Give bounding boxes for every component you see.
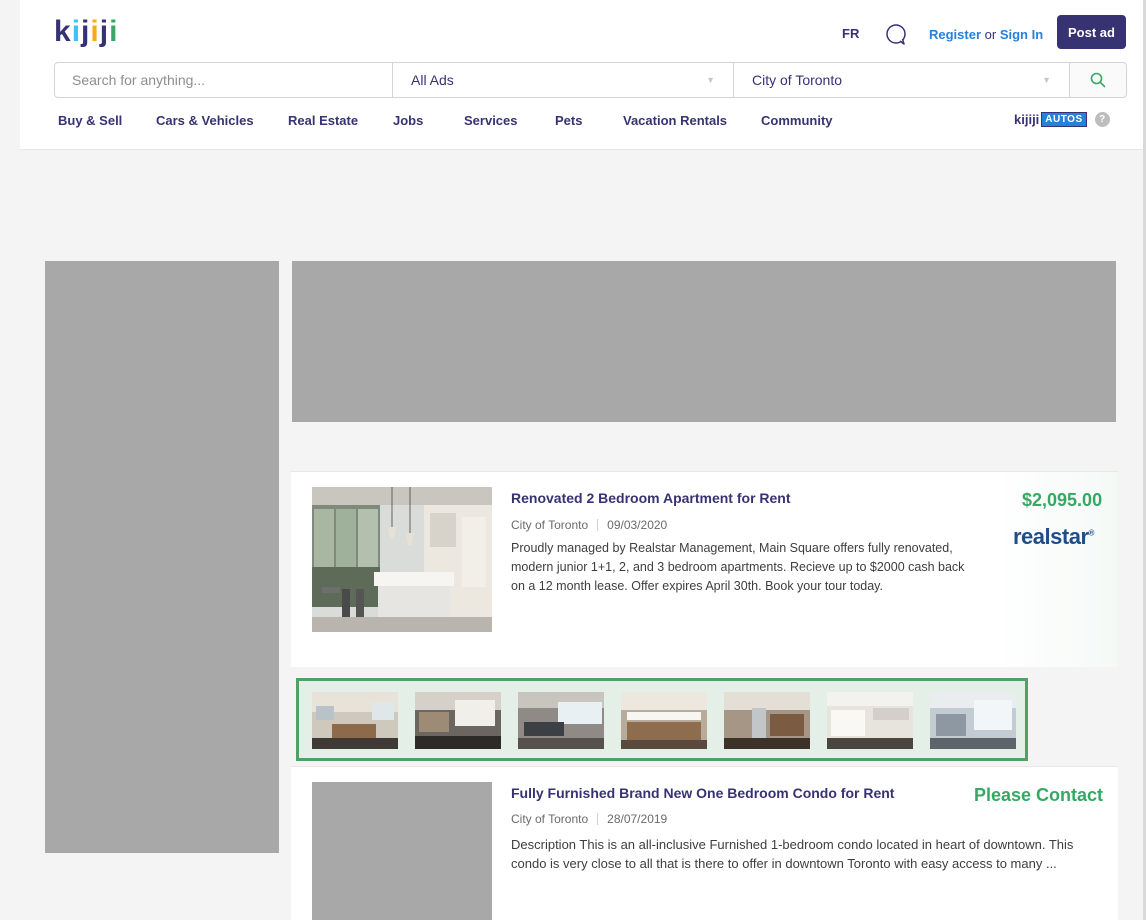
nav-real-estate[interactable]: Real Estate [288, 113, 358, 128]
magnifier-icon [1090, 72, 1106, 88]
listing-price: $2,095.00 [1022, 490, 1103, 510]
language-toggle[interactable]: FR [842, 26, 859, 41]
kijiji-autos-link[interactable]: kijiji AUTOS ? [1014, 112, 1110, 127]
sign-in-link[interactable]: Sign In [1000, 27, 1043, 42]
auth-links: Register or Sign In [929, 27, 1043, 42]
photo-gallery-strip [296, 678, 1028, 761]
listing-title[interactable]: Fully Furnished Brand New One Bedroom Co… [511, 785, 894, 801]
help-icon[interactable]: ? [1094, 112, 1110, 127]
nav-cars-vehicles[interactable]: Cars & Vehicles [156, 113, 254, 128]
chat-bubble-icon[interactable] [885, 23, 907, 45]
nav-community[interactable]: Community [761, 113, 833, 128]
gallery-thumb[interactable] [827, 692, 913, 749]
nav-services[interactable]: Services [464, 113, 518, 128]
listing-location: City of Toronto [511, 518, 589, 532]
listing-photo[interactable] [312, 487, 492, 632]
listing-card[interactable]: Fully Furnished Brand New One Bedroom Co… [291, 766, 1118, 920]
listing-title[interactable]: Renovated 2 Bedroom Apartment for Rent [511, 490, 791, 506]
gallery-thumb[interactable] [312, 692, 398, 749]
nav-pets[interactable]: Pets [555, 113, 582, 128]
search-button[interactable] [1069, 63, 1126, 97]
listing-photo-placeholder[interactable] [312, 782, 492, 920]
category-select-value: All Ads [411, 72, 454, 88]
listing-description: Proudly managed by Realstar Management, … [511, 541, 965, 593]
location-select[interactable]: City of Toronto ▼ [733, 63, 1069, 97]
nav-vacation-rentals[interactable]: Vacation Rentals [623, 113, 727, 128]
or-text: or [981, 27, 1000, 42]
listing-description: Description This is an all-inclusive Fur… [511, 837, 1074, 871]
gallery-thumb[interactable] [621, 692, 707, 749]
ad-placeholder-left [45, 261, 279, 853]
register-link[interactable]: Register [929, 27, 981, 42]
chevron-down-icon: ▼ [706, 75, 715, 85]
listing-date: 28/07/2019 [607, 812, 668, 826]
category-select[interactable]: All Ads ▼ [392, 63, 733, 97]
listing-location: City of Toronto [511, 812, 589, 826]
listing-date: 09/03/2020 [607, 518, 668, 532]
kijiji-logo[interactable]: kijiji [54, 14, 118, 50]
listing-card[interactable]: Renovated 2 Bedroom Apartment for Rent C… [291, 471, 1118, 667]
location-select-value: City of Toronto [752, 72, 843, 88]
gallery-thumb[interactable] [415, 692, 501, 749]
gallery-thumb[interactable] [724, 692, 810, 749]
listing-meta: City of Toronto 28/07/2019 [511, 812, 667, 826]
gallery-thumb[interactable] [518, 692, 604, 749]
autos-tag: AUTOS [1041, 112, 1087, 127]
nav-buy-sell[interactable]: Buy & Sell [58, 113, 122, 128]
autos-brand: kijiji [1014, 112, 1040, 127]
search-bar: All Ads ▼ City of Toronto ▼ [54, 62, 1127, 98]
search-input[interactable] [55, 63, 392, 97]
chevron-down-icon: ▼ [1042, 75, 1051, 85]
nav-jobs[interactable]: Jobs [393, 113, 423, 128]
listing-price: Please Contact [974, 785, 1104, 805]
ad-placeholder-top [292, 261, 1116, 422]
gallery-thumb[interactable] [930, 692, 1016, 749]
advertiser-logo[interactable]: realstar® [1013, 524, 1094, 550]
site-header: kijiji FR Register or Sign In Post ad Al… [20, 0, 1146, 150]
post-ad-button[interactable]: Post ad [1057, 15, 1126, 49]
listing-meta: City of Toronto 09/03/2020 [511, 518, 667, 532]
